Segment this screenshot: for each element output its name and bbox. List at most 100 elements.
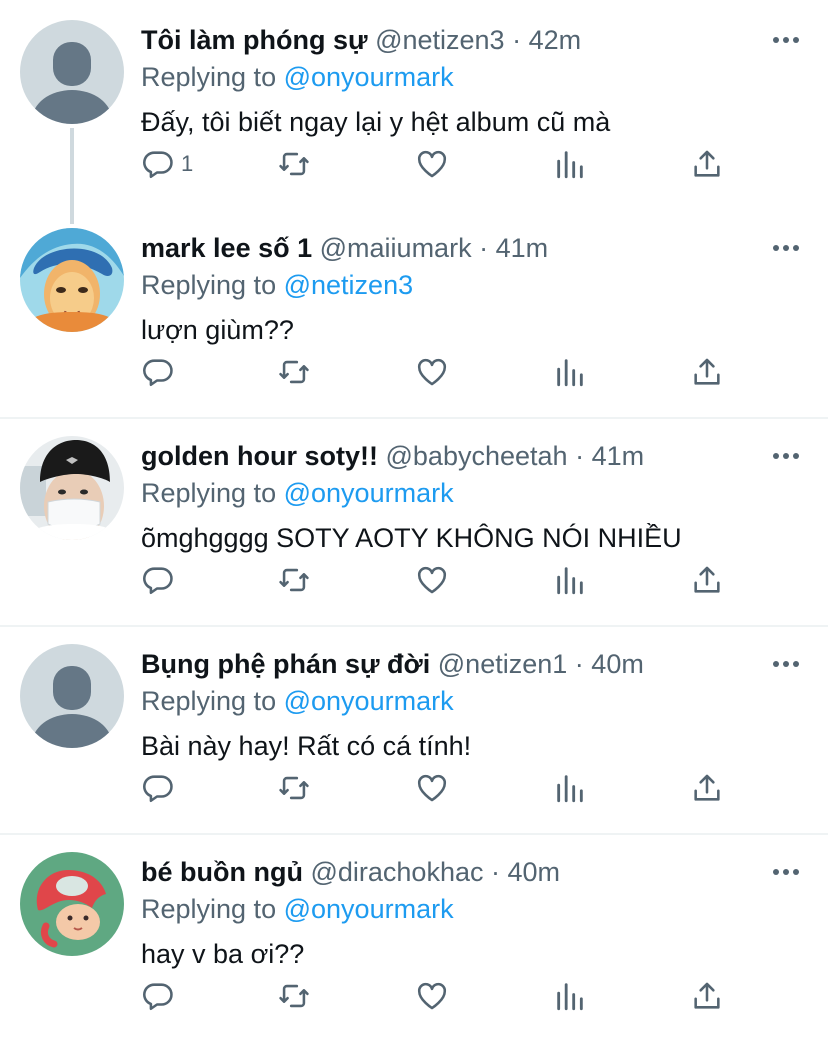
user-handle[interactable]: @babycheetah [386, 441, 568, 471]
tweet-header: Tôi làm phóng sự @netizen3 · 42m [141, 20, 581, 60]
mention-link[interactable]: @onyourmark [284, 686, 454, 716]
replying-to: Replying to @onyourmark [141, 889, 454, 929]
share-button[interactable] [690, 976, 724, 1016]
tweet[interactable]: Tôi làm phóng sự @netizen3 · 42m Replyin… [0, 20, 828, 210]
timestamp[interactable]: 41m [496, 233, 549, 263]
display-name[interactable]: golden hour soty!! [141, 441, 378, 471]
more-dots-icon[interactable] [772, 28, 800, 52]
views-button[interactable] [553, 976, 587, 1016]
tweet-header: mark lee số 1 @maiiumark · 41m [141, 228, 548, 268]
user-handle[interactable]: @dirachokhac [310, 857, 483, 887]
mention-link[interactable]: @onyourmark [284, 478, 454, 508]
user-handle[interactable]: @maiiumark [320, 233, 472, 263]
reply-button[interactable]: 1 [141, 144, 193, 184]
timestamp[interactable]: 40m [591, 649, 644, 679]
reply-button[interactable] [141, 976, 181, 1016]
default-avatar-icon [20, 20, 124, 124]
more-dots-icon[interactable] [772, 236, 800, 260]
like-button[interactable] [415, 144, 449, 184]
analytics-icon [553, 563, 587, 597]
share-icon [690, 147, 724, 181]
action-bar [141, 352, 741, 392]
display-name[interactable]: Tôi làm phóng sự [141, 25, 368, 55]
display-name[interactable]: mark lee số 1 [141, 233, 312, 263]
like-button[interactable] [415, 352, 449, 392]
display-name[interactable]: bé buồn ngủ [141, 857, 303, 887]
tweet[interactable]: bé buồn ngủ @dirachokhac · 40m Replying … [0, 852, 828, 1037]
action-bar [141, 768, 741, 808]
share-button[interactable] [690, 560, 724, 600]
replying-to: Replying to @onyourmark [141, 57, 454, 97]
heart-icon [415, 563, 449, 597]
user-handle[interactable]: @netizen1 [438, 649, 568, 679]
user-handle[interactable]: @netizen3 [375, 25, 505, 55]
reply-button[interactable] [141, 352, 181, 392]
more-dots-icon[interactable] [772, 860, 800, 884]
tweet-divider [0, 625, 828, 627]
reply-icon [141, 563, 175, 597]
mention-link[interactable]: @onyourmark [284, 62, 454, 92]
like-button[interactable] [415, 560, 449, 600]
retweet-icon [277, 147, 311, 181]
replying-label: Replying to [141, 62, 277, 92]
replying-label: Replying to [141, 686, 277, 716]
tweet[interactable]: Bụng phệ phán sự đời @netizen1 · 40m Rep… [0, 644, 828, 834]
photo-avatar-blue-hair-icon [20, 228, 124, 332]
tweet-header: golden hour soty!! @babycheetah · 41m [141, 436, 644, 476]
tweet-divider [0, 417, 828, 419]
avatar[interactable] [20, 852, 124, 956]
views-button[interactable] [553, 560, 587, 600]
separator: · [575, 441, 585, 471]
views-button[interactable] [553, 144, 587, 184]
timestamp[interactable]: 42m [529, 25, 582, 55]
tweet[interactable]: golden hour soty!! @babycheetah · 41m Re… [0, 436, 828, 626]
more-dots-icon[interactable] [772, 652, 800, 676]
tweet-text: hay v ba ơi?? [141, 939, 305, 969]
reply-button[interactable] [141, 768, 181, 808]
analytics-icon [553, 147, 587, 181]
retweet-button[interactable] [277, 144, 311, 184]
share-button[interactable] [690, 768, 724, 808]
tweet-divider [0, 833, 828, 835]
retweet-icon [277, 771, 311, 805]
share-button[interactable] [690, 352, 724, 392]
like-button[interactable] [415, 768, 449, 808]
reply-icon [141, 355, 175, 389]
separator: · [491, 857, 500, 887]
timestamp[interactable]: 41m [592, 441, 645, 471]
avatar[interactable] [20, 20, 124, 124]
separator: · [479, 233, 489, 263]
retweet-button[interactable] [277, 352, 311, 392]
tweet-text: õmghgggg SOTY AOTY KHÔNG NÓI NHIỀU [141, 523, 682, 553]
display-name[interactable]: Bụng phệ phán sự đời [141, 649, 430, 679]
reply-icon [141, 771, 175, 805]
tweet-header: Bụng phệ phán sự đời @netizen1 · 40m [141, 644, 644, 684]
share-button[interactable] [690, 144, 724, 184]
mention-link[interactable]: @netizen3 [284, 270, 414, 300]
photo-avatar-beanie-mask-icon [20, 436, 124, 540]
action-bar [141, 560, 741, 600]
tweet[interactable]: mark lee số 1 @maiiumark · 41m Replying … [0, 228, 828, 418]
timestamp[interactable]: 40m [508, 857, 561, 887]
tweet-text: Đấy, tôi biết ngay lại y hệt album cũ mà [141, 107, 611, 137]
replying-to: Replying to @netizen3 [141, 265, 413, 305]
share-icon [690, 979, 724, 1013]
reply-button[interactable] [141, 560, 181, 600]
retweet-button[interactable] [277, 560, 311, 600]
avatar[interactable] [20, 644, 124, 748]
avatar[interactable] [20, 436, 124, 540]
share-icon [690, 563, 724, 597]
avatar[interactable] [20, 228, 124, 332]
retweet-button[interactable] [277, 976, 311, 1016]
separator: · [574, 649, 584, 679]
like-button[interactable] [415, 976, 449, 1016]
action-bar: 1 [141, 144, 741, 184]
heart-icon [415, 355, 449, 389]
views-button[interactable] [553, 768, 587, 808]
retweet-button[interactable] [277, 768, 311, 808]
more-dots-icon[interactable] [772, 444, 800, 468]
mention-link[interactable]: @onyourmark [284, 894, 454, 924]
action-bar [141, 976, 741, 1016]
views-button[interactable] [553, 352, 587, 392]
thread-line [70, 128, 74, 224]
